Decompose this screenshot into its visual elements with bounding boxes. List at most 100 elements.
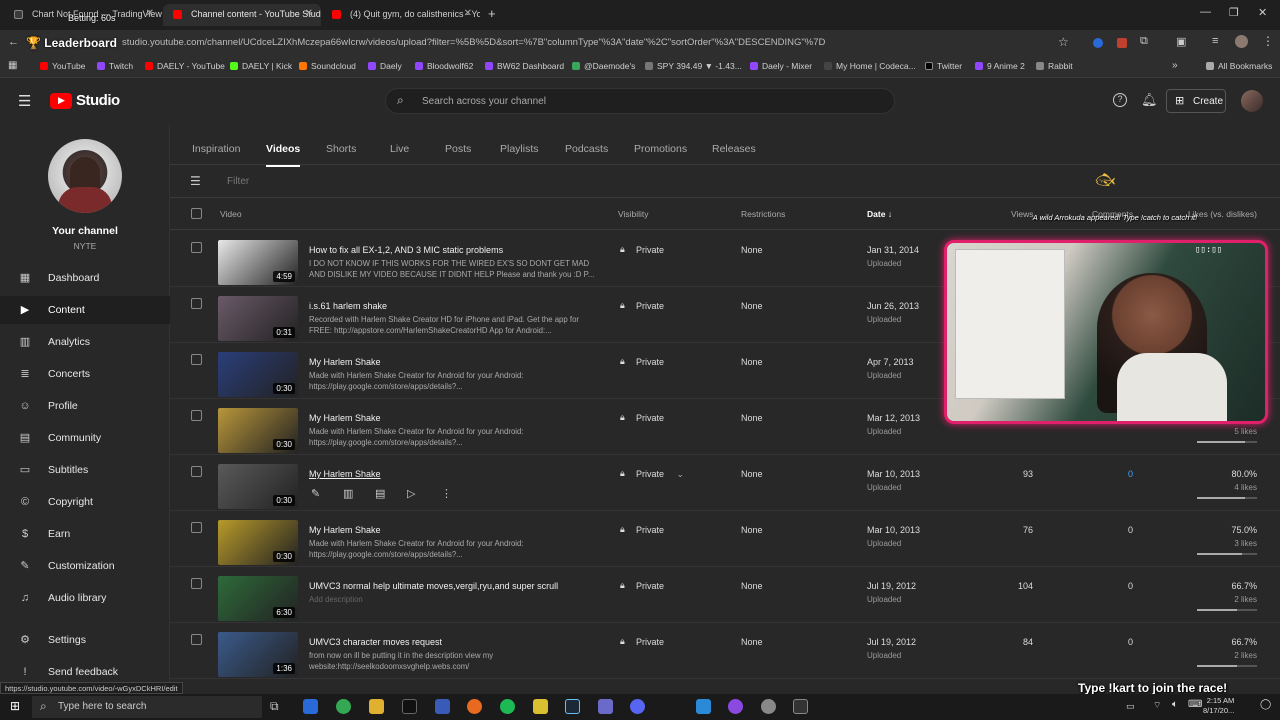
profile-avatar[interactable] bbox=[1235, 35, 1248, 48]
tab-shorts[interactable]: Shorts bbox=[326, 143, 356, 155]
notification-icon[interactable]: ◯ bbox=[1260, 699, 1271, 710]
help-icon[interactable]: ? bbox=[1113, 93, 1127, 107]
tab-releases[interactable]: Releases bbox=[712, 143, 756, 155]
bookmark-item[interactable]: My Home | Codeca... bbox=[824, 61, 916, 71]
tab-posts[interactable]: Posts bbox=[445, 143, 471, 155]
bookmark-item[interactable]: Rabbit bbox=[1036, 61, 1073, 71]
select-all-checkbox[interactable] bbox=[191, 208, 202, 219]
video-title[interactable]: UMVC3 character moves request bbox=[309, 637, 442, 647]
edit-pencil-icon[interactable]: ✎ bbox=[311, 487, 320, 500]
comments-icon[interactable]: ▤ bbox=[375, 487, 385, 500]
extension-icon[interactable] bbox=[1117, 38, 1127, 48]
video-thumbnail[interactable]: 0:30 bbox=[218, 408, 298, 453]
channel-label[interactable]: Your channel bbox=[0, 225, 170, 237]
sidebar-item-content[interactable]: ▶ Content bbox=[0, 296, 170, 324]
bookmark-item[interactable]: 9 Anime 2 bbox=[975, 61, 1025, 71]
bookmark-item[interactable]: Daely - Mixer bbox=[750, 61, 812, 71]
restore-icon[interactable]: ❐ bbox=[1229, 6, 1239, 19]
close-tab-icon[interactable]: ✕ bbox=[305, 8, 313, 19]
discord-icon[interactable] bbox=[630, 699, 645, 714]
table-row[interactable]: 6:30 UMVC3 normal help ultimate moves,ver… bbox=[170, 567, 1280, 623]
sidebar-item-analytics[interactable]: ▥ Analytics bbox=[0, 328, 170, 356]
tab-playlists[interactable]: Playlists bbox=[500, 143, 539, 155]
column-visibility[interactable]: Visibility bbox=[618, 209, 649, 219]
tab-promotions[interactable]: Promotions bbox=[634, 143, 687, 155]
star-icon[interactable]: ☆ bbox=[1058, 35, 1069, 49]
row-checkbox[interactable] bbox=[191, 298, 202, 309]
volume-icon[interactable]: 🔈︎ bbox=[1172, 699, 1178, 710]
tab-inspiration[interactable]: Inspiration bbox=[192, 143, 240, 155]
visibility-value[interactable]: 🔒︎ Private ⌄ bbox=[620, 468, 685, 480]
column-date[interactable]: Date ↓ bbox=[867, 209, 892, 219]
sidebar-item-subtitles[interactable]: ▭ Subtitles bbox=[0, 456, 170, 484]
video-thumbnail[interactable]: 6:30 bbox=[218, 576, 298, 621]
app-icon[interactable] bbox=[728, 699, 743, 714]
column-restrictions[interactable]: Restrictions bbox=[741, 209, 785, 219]
app-icon[interactable] bbox=[598, 699, 613, 714]
close-window-icon[interactable]: ✕ bbox=[1258, 6, 1267, 19]
file-explorer-icon[interactable] bbox=[369, 699, 384, 714]
table-row[interactable]: 0:30 My Harlem Shake Made with Harlem Shak… bbox=[170, 511, 1280, 567]
bookmark-item[interactable]: BW62 Dashboard bbox=[485, 61, 564, 71]
bell-icon[interactable]: 🔔︎ bbox=[1141, 92, 1158, 108]
visibility-value[interactable]: 🔒︎ Private bbox=[620, 580, 664, 591]
close-tab-icon[interactable]: ✕ bbox=[464, 8, 472, 19]
chevron-right-icon[interactable]: » bbox=[1172, 60, 1178, 71]
create-button[interactable]: ⊞ Create bbox=[1166, 89, 1226, 113]
bookmark-item[interactable]: DAELY | Kick bbox=[230, 61, 292, 71]
more-options-icon[interactable]: ⋮ bbox=[441, 487, 452, 500]
task-view-icon[interactable]: ⧉ bbox=[270, 699, 279, 714]
tab-live[interactable]: Live bbox=[390, 143, 409, 155]
row-checkbox[interactable] bbox=[191, 522, 202, 533]
video-title[interactable]: My Harlem Shake bbox=[309, 469, 381, 479]
visibility-value[interactable]: 🔒︎ Private bbox=[620, 244, 664, 255]
bookmark-item[interactable]: SPY 394.49 ▼ -1.43... bbox=[645, 61, 742, 71]
bookmark-item[interactable]: DAELY - YouTube bbox=[145, 61, 225, 71]
visibility-value[interactable]: 🔒︎ Private bbox=[620, 636, 664, 647]
tradingview-app-icon[interactable] bbox=[402, 699, 417, 714]
sidebar-item-concerts[interactable]: ≣ Concerts bbox=[0, 360, 170, 388]
bookmark-item[interactable]: Twitter bbox=[925, 61, 962, 71]
table-row[interactable]: 1:36 UMVC3 character moves request from no… bbox=[170, 623, 1280, 679]
taskbar-search-input[interactable]: ⌕ Type here to search bbox=[32, 696, 262, 718]
edge-icon[interactable] bbox=[303, 699, 318, 714]
language-icon[interactable]: ⌨ bbox=[1188, 699, 1202, 710]
menu-dots-icon[interactable]: ⋮ bbox=[1262, 34, 1274, 48]
video-title[interactable]: My Harlem Shake bbox=[309, 525, 381, 535]
comments-value[interactable]: 0 bbox=[1090, 469, 1133, 479]
new-tab-icon[interactable]: + bbox=[488, 6, 496, 21]
video-thumbnail[interactable]: 1:36 bbox=[218, 632, 298, 677]
minimize-icon[interactable]: — bbox=[1200, 6, 1211, 18]
puzzle-icon[interactable]: ⧉ bbox=[1140, 35, 1148, 48]
bookmark-item[interactable]: Twitch bbox=[97, 61, 133, 71]
spotify-icon[interactable] bbox=[500, 699, 515, 714]
tab-podcasts[interactable]: Podcasts bbox=[565, 143, 608, 155]
row-checkbox[interactable] bbox=[191, 410, 202, 421]
video-title[interactable]: My Harlem Shake bbox=[309, 413, 381, 423]
visibility-value[interactable]: 🔒︎ Private bbox=[620, 412, 664, 423]
bookmark-item[interactable]: Bloodwolf62 bbox=[415, 61, 473, 71]
channel-avatar[interactable] bbox=[48, 139, 122, 213]
bookmark-item[interactable]: YouTube bbox=[40, 61, 85, 71]
comments-value[interactable]: 0 bbox=[1090, 581, 1133, 591]
video-title[interactable]: My Harlem Shake bbox=[309, 357, 381, 367]
chevron-down-icon[interactable]: ⌄ bbox=[677, 469, 685, 479]
sidebar-item-customization[interactable]: ✎ Customization bbox=[0, 552, 170, 580]
youtube-play-icon[interactable]: ▷ bbox=[407, 487, 415, 500]
visibility-value[interactable]: 🔒︎ Private bbox=[620, 300, 664, 311]
chrome-icon[interactable] bbox=[336, 699, 351, 714]
sidebar-item-earn[interactable]: $ Earn bbox=[0, 520, 170, 548]
video-title[interactable]: How to fix all EX-1,2, AND 3 MIC static … bbox=[309, 245, 503, 255]
close-tab-icon[interactable]: ✕ bbox=[146, 8, 154, 19]
browser-tab[interactable]: (4) Quit gym, do calisthenics - YouTube … bbox=[322, 4, 480, 26]
comments-value[interactable]: 0 bbox=[1090, 637, 1133, 647]
apps-grid-icon[interactable]: ▦ bbox=[8, 60, 17, 71]
wifi-icon[interactable]: ⌔ bbox=[1153, 700, 1161, 711]
obs-icon[interactable] bbox=[467, 699, 482, 714]
taskbar-clock[interactable]: 2:15 AM 8/17/20... bbox=[1203, 696, 1234, 716]
video-thumbnail[interactable]: 0:30 bbox=[218, 352, 298, 397]
sidebar-item-community[interactable]: ▤ Community bbox=[0, 424, 170, 452]
filter-input[interactable]: Filter bbox=[227, 176, 249, 187]
tab-videos[interactable]: Videos bbox=[266, 143, 301, 167]
sidebar-item-dashboard[interactable]: ▦ Dashboard bbox=[0, 264, 170, 292]
